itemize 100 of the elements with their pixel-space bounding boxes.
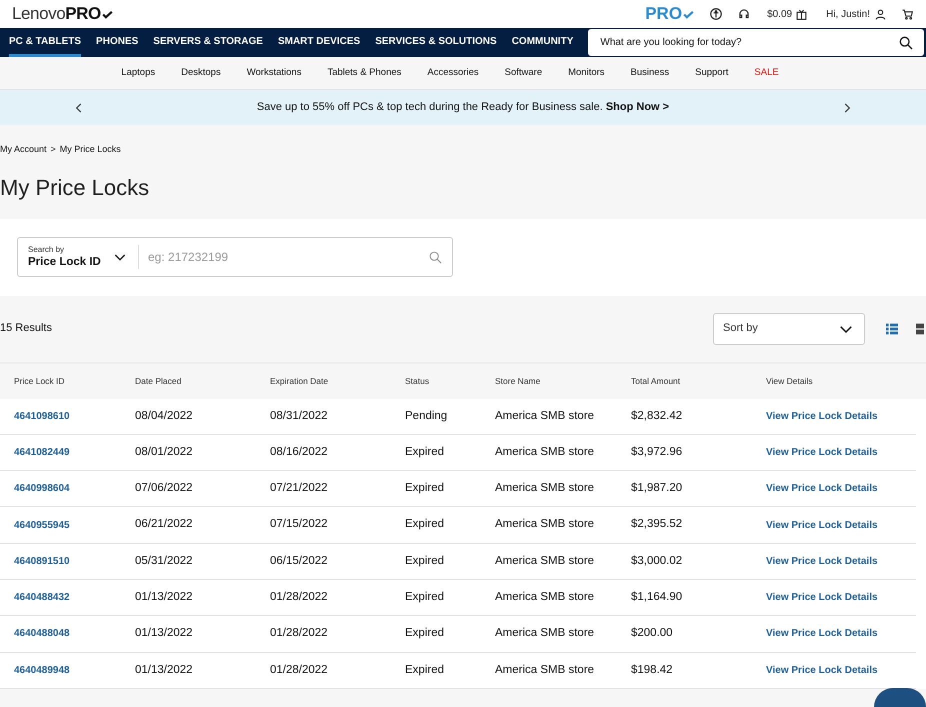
- column-header: Total Amount: [631, 374, 682, 388]
- price-lock-id-link[interactable]: 4640955945: [0, 518, 135, 533]
- price-lock-id-link[interactable]: 4640488048: [0, 626, 135, 642]
- table-cell-text: 08/31/2022: [270, 408, 329, 424]
- table-cell-text: 05/31/2022: [135, 554, 194, 569]
- column-header: View Details: [766, 374, 814, 388]
- dropdown-value: Price Lock ID: [28, 255, 102, 269]
- price-lock-id-link[interactable]: 4640891510: [0, 554, 135, 569]
- subnav-link[interactable]: Accessories: [414, 66, 492, 80]
- logo-link[interactable]: LenovoPRO: [12, 1, 114, 27]
- table-cell-text: 08/16/2022: [270, 444, 329, 460]
- table-cell-text: $1,164.90: [631, 590, 684, 605]
- column-header: Price Lock ID: [13, 374, 66, 388]
- subnav-link[interactable]: Monitors: [555, 66, 618, 80]
- view-details-link[interactable]: View Price Lock Details: [766, 662, 906, 678]
- price-lock-id-link[interactable]: 4640489948: [0, 662, 135, 678]
- view-details-link[interactable]: View Price Lock Details: [766, 518, 906, 533]
- table-cell-text: Expired: [405, 444, 445, 460]
- search-icon[interactable]: [898, 35, 914, 51]
- view-details-link[interactable]: View Price Lock Details: [766, 554, 906, 569]
- cart-icon[interactable]: [901, 8, 914, 20]
- view-details-link[interactable]: View Price Lock Details: [766, 626, 906, 642]
- subnav-link[interactable]: Software: [492, 66, 556, 80]
- table-cell-text: 07/15/2022: [270, 517, 329, 532]
- table-cell-text: America SMB store: [495, 408, 596, 424]
- breadcrumb-link[interactable]: My Account: [0, 143, 47, 156]
- balance-text: $0.09: [767, 8, 792, 22]
- price-lock-id-link[interactable]: 4640488432: [0, 590, 135, 606]
- table-cell-text: America SMB store: [495, 662, 596, 678]
- nav-tab[interactable]: SERVICES & SOLUTIONS: [375, 28, 497, 57]
- column-header: Expiration Date: [270, 374, 330, 388]
- column-header: Date Placed: [135, 374, 182, 388]
- subnav-link[interactable]: SALE: [741, 66, 792, 80]
- search-input[interactable]: eg: 217232199: [148, 248, 428, 266]
- table-cell-text: $198.42: [631, 662, 674, 678]
- search-bar[interactable]: Search by Price Lock ID eg: 217232199: [17, 237, 453, 277]
- table-cell-text: Expired: [405, 626, 445, 642]
- table-cell-text: 01/28/2022: [270, 662, 329, 678]
- chat-button[interactable]: [874, 688, 926, 707]
- dropdown-label: Search by: [28, 245, 66, 255]
- nav-tab[interactable]: PHONES: [96, 28, 138, 57]
- column-header: Store Name: [495, 374, 542, 388]
- price-lock-id-link[interactable]: 4641098610: [0, 408, 135, 424]
- table-cell-text: 01/13/2022: [135, 590, 194, 605]
- view-details-link[interactable]: View Price Lock Details: [766, 444, 906, 460]
- table-cell-text: America SMB store: [495, 444, 596, 460]
- search-by-dropdown[interactable]: Search by Price Lock ID: [18, 245, 139, 269]
- table-cell-text: America SMB store: [495, 590, 596, 605]
- gift-icon[interactable]: [795, 8, 808, 20]
- grid-view-icon[interactable]: [914, 320, 926, 336]
- table-cell-text: 01/13/2022: [135, 626, 194, 642]
- table-cell-text: 08/01/2022: [135, 444, 194, 460]
- price-lock-id-link[interactable]: 4641082449: [0, 444, 135, 460]
- table-cell-text: Expired: [405, 590, 445, 605]
- accessibility-icon[interactable]: [709, 7, 724, 21]
- headset-icon[interactable]: [737, 7, 752, 21]
- table-cell-text: 07/06/2022: [135, 481, 194, 496]
- table-cell-text: America SMB store: [495, 481, 596, 496]
- table-cell-text: 01/13/2022: [135, 662, 194, 678]
- nav-tab[interactable]: SMART DEVICES: [278, 28, 360, 57]
- table-cell-text: 07/21/2022: [270, 481, 329, 496]
- table-cell-text: 01/28/2022: [270, 590, 329, 605]
- column-header: Status: [405, 374, 430, 388]
- table-cell-text: Expired: [405, 481, 445, 496]
- table-cell-text: America SMB store: [495, 517, 596, 532]
- table-cell-text: America SMB store: [495, 626, 596, 642]
- view-details-link[interactable]: View Price Lock Details: [766, 408, 906, 424]
- breadcrumb-link[interactable]: My Price Locks: [60, 143, 121, 156]
- table-cell-text: Expired: [405, 517, 445, 532]
- view-details-link[interactable]: View Price Lock Details: [766, 590, 906, 606]
- subnav-link[interactable]: Tablets & Phones: [314, 66, 414, 80]
- table-cell-text: $2,832.42: [631, 408, 684, 424]
- subnav-link[interactable]: Workstations: [234, 66, 314, 80]
- table-cell-text: 08/04/2022: [135, 408, 194, 424]
- table-cell-text: Expired: [405, 662, 445, 678]
- promo-text: Save up to 55% off PCs & top tech during the Ready for Business sale. Shop Now >: [256, 100, 670, 116]
- table-cell-text: 01/28/2022: [270, 626, 329, 642]
- table-cell-text: Expired: [405, 554, 445, 569]
- subnav-link[interactable]: Laptops: [108, 66, 168, 80]
- table-cell-text: $1,987.20: [631, 481, 684, 496]
- list-view-icon[interactable]: [884, 320, 900, 336]
- subnav-link[interactable]: Desktops: [168, 66, 234, 80]
- subnav-link[interactable]: Support: [682, 66, 742, 80]
- greeting-text: Hi, Justin!: [826, 8, 870, 22]
- results-count: 15 Results: [0, 321, 53, 336]
- table-cell-text: Pending: [405, 408, 448, 424]
- price-lock-id-link[interactable]: 4640998604: [0, 481, 135, 496]
- page-title: My Price Locks: [0, 174, 150, 202]
- search-field[interactable]: What are you looking for today?: [588, 29, 924, 56]
- view-details-link[interactable]: View Price Lock Details: [766, 481, 906, 496]
- table-cell-text: America SMB store: [495, 554, 596, 569]
- table-cell-text: $3,000.02: [631, 554, 684, 569]
- table-cell-text: $2,395.52: [631, 517, 684, 532]
- pro-label: PRO: [645, 1, 696, 27]
- subnav-link[interactable]: Business: [618, 66, 682, 80]
- user-icon[interactable]: [874, 8, 887, 20]
- sort-dropdown[interactable]: Sort by: [713, 312, 865, 344]
- nav-tab[interactable]: COMMUNITY: [512, 28, 574, 57]
- breadcrumb-separator: >: [50, 143, 56, 156]
- nav-tab[interactable]: SERVERS & STORAGE: [153, 28, 263, 57]
